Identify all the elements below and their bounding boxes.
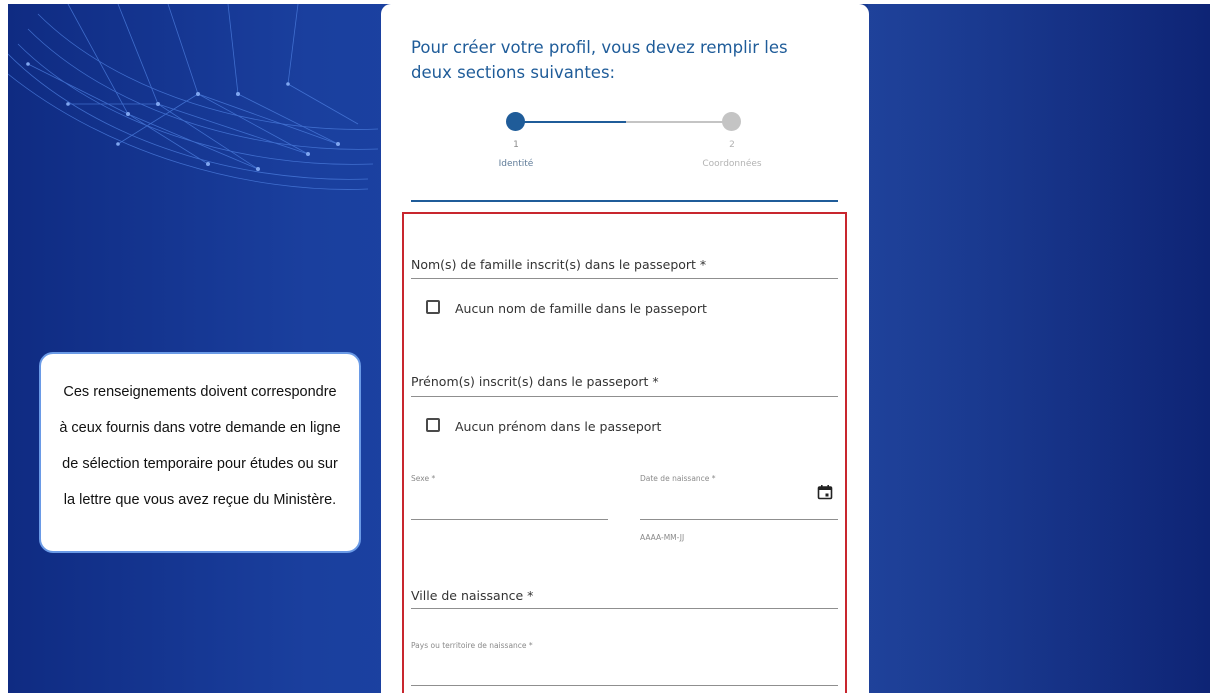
stepper-remaining-line [626, 121, 731, 123]
profile-form-card: Pour créer votre profil, vous devez remp… [381, 4, 869, 693]
birth-city-label: Ville de naissance * [411, 588, 534, 603]
sex-label: Sexe * [411, 474, 436, 483]
birth-country-label: Pays ou territoire de naissance * [411, 641, 533, 650]
birthdate-hint: AAAA-MM-JJ [640, 533, 685, 542]
step-2-number: 2 [729, 140, 735, 150]
surname-input[interactable] [411, 278, 838, 279]
info-callout: Ces renseignements doivent correspondre … [39, 352, 361, 553]
stepper-divider [411, 200, 838, 202]
network-graphic [8, 4, 378, 190]
info-line: Ces renseignements doivent correspondre [63, 384, 337, 400]
screen: Ces renseignements doivent correspondre … [0, 0, 1218, 693]
given-name-label: Prénom(s) inscrit(s) dans le passeport * [411, 374, 659, 389]
no-surname-label[interactable]: Aucun nom de famille dans le passeport [455, 301, 707, 316]
step-2-label[interactable]: Coordonnées [682, 159, 782, 169]
intro-text: Pour créer votre profil, vous devez remp… [411, 35, 851, 85]
given-name-input[interactable] [411, 396, 838, 397]
birth-city-input[interactable] [411, 608, 838, 609]
surname-label: Nom(s) de famille inscrit(s) dans le pas… [411, 257, 707, 272]
no-surname-checkbox[interactable] [426, 300, 440, 314]
birthdate-input[interactable] [640, 519, 838, 520]
calendar-icon[interactable] [817, 484, 833, 500]
info-line: de sélection temporaire pour études ou s… [62, 456, 338, 472]
no-given-name-label[interactable]: Aucun prénom dans le passeport [455, 419, 661, 434]
birthdate-label: Date de naissance * [640, 474, 716, 483]
birth-country-select[interactable] [411, 685, 838, 686]
step-1-indicator[interactable] [506, 112, 525, 131]
stepper-progress-line [516, 121, 626, 123]
step-1-number: 1 [513, 140, 519, 150]
step-2-indicator[interactable] [722, 112, 741, 131]
intro-line-2: deux sections suivantes: [411, 63, 616, 82]
step-1-label[interactable]: Identité [466, 159, 566, 169]
no-given-name-checkbox[interactable] [426, 418, 440, 432]
background-sheen [868, 4, 1210, 693]
info-line: la lettre que vous avez reçue du Ministè… [63, 492, 337, 508]
sex-select[interactable] [411, 519, 608, 520]
info-line: à ceux fournis dans votre demande en lig… [59, 420, 341, 436]
intro-line-1: Pour créer votre profil, vous devez remp… [411, 38, 788, 57]
identity-form-highlight [402, 212, 847, 693]
